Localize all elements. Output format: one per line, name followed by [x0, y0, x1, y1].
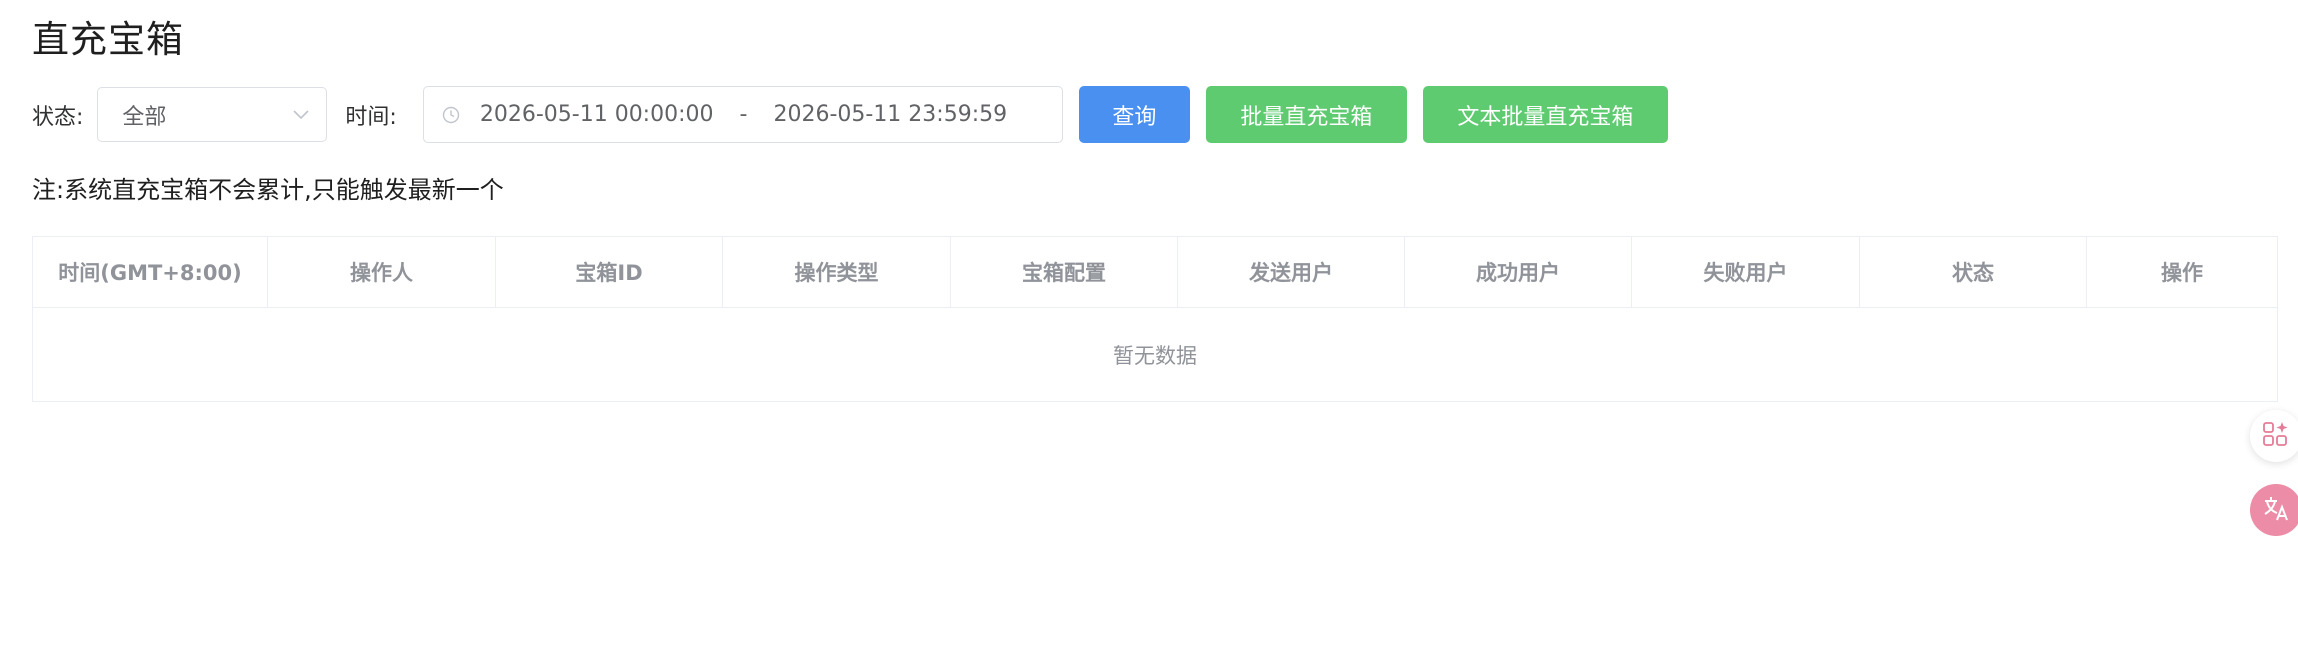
column-header-status: 状态	[1860, 237, 2087, 307]
clock-icon	[442, 106, 460, 124]
status-select-value: 全部	[122, 104, 167, 130]
translate-icon	[2259, 491, 2293, 529]
apps-sparkle-icon	[2261, 419, 2291, 453]
records-table: 时间(GMT+8:00) 操作人 宝箱ID 操作类型 宝箱配置 发送用户 成功用…	[32, 236, 2278, 402]
filter-bar: 状态: 全部 时间: 2026-05-11 00:00:00 - 2026-05…	[32, 86, 1668, 143]
column-header-actions: 操作	[2161, 261, 2203, 285]
page: 直充宝箱 状态: 全部 时间: 2026-05-11 00:00:00 - 20…	[0, 0, 2298, 652]
batch-recharge-button[interactable]: 批量直充宝箱	[1205, 86, 1407, 143]
floating-apps-button[interactable]	[2250, 410, 2298, 462]
table-header-row: 时间(GMT+8:00) 操作人 宝箱ID 操作类型 宝箱配置 发送用户 成功用…	[33, 237, 2277, 308]
chevron-down-icon	[292, 106, 310, 124]
column-header-chest-id: 宝箱ID	[496, 237, 723, 307]
status-filter-label: 状态:	[32, 104, 84, 130]
note-text: 注:系统直充宝箱不会累计,只能触发最新一个	[32, 176, 504, 204]
date-end-input[interactable]: 2026-05-11 23:59:59	[773, 102, 1007, 127]
column-header-chest-config: 宝箱配置	[951, 237, 1178, 307]
column-header-failed-users: 失败用户	[1632, 237, 1860, 307]
page-title: 直充宝箱	[32, 18, 184, 61]
column-header-operator: 操作人	[268, 237, 496, 307]
date-range-separator: -	[739, 102, 748, 127]
column-header-time: 时间(GMT+8:00)	[33, 237, 268, 307]
date-start-input[interactable]: 2026-05-11 00:00:00	[480, 102, 714, 127]
column-header-operation-type: 操作类型	[723, 237, 951, 307]
column-header-success-users: 成功用户	[1405, 237, 1632, 307]
table-empty-state: 暂无数据	[1113, 344, 1197, 368]
time-filter-label: 时间:	[345, 104, 397, 130]
floating-translate-button[interactable]	[2250, 484, 2298, 536]
status-select[interactable]: 全部	[97, 87, 328, 142]
text-batch-recharge-button[interactable]: 文本批量直充宝箱	[1422, 86, 1668, 143]
date-range-picker[interactable]: 2026-05-11 00:00:00 - 2026-05-11 23:59:5…	[422, 86, 1063, 143]
query-button[interactable]: 查询	[1078, 86, 1190, 143]
column-header-sent-users: 发送用户	[1178, 237, 1405, 307]
